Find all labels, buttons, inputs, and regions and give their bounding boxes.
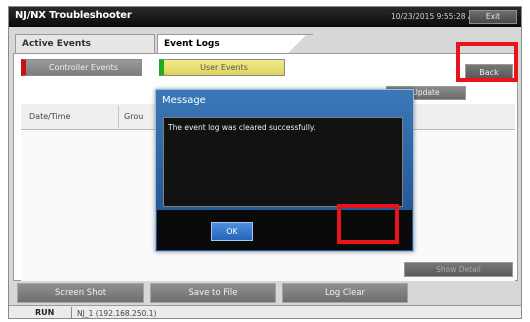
- status-bar: RUN NJ_1 (192.168.250.1): [9, 305, 521, 318]
- connection-label: NJ_1 (192.168.250.1): [77, 309, 157, 318]
- tab-event-logs[interactable]: Event Logs: [157, 34, 283, 54]
- log-clear-button[interactable]: Log Clear: [282, 283, 408, 303]
- app-window: NJ/NX Troubleshooter 10/23/2015 9:55:28 …: [8, 6, 522, 319]
- dialog-title: Message: [162, 95, 206, 106]
- user-events-button[interactable]: User Events: [159, 59, 285, 76]
- column-divider: [118, 106, 119, 128]
- exit-button[interactable]: Exit: [469, 10, 517, 24]
- app-title: NJ/NX Troubleshooter: [15, 10, 132, 21]
- run-mode-label: RUN: [35, 308, 55, 317]
- col-header-datetime: Date/Time: [29, 112, 71, 121]
- col-header-group: Grou: [124, 112, 144, 121]
- ok-highlight-box: [337, 204, 399, 244]
- tab-edge: [281, 34, 313, 54]
- show-detail-button[interactable]: Show Detail: [404, 262, 513, 277]
- status-divider: [71, 307, 72, 318]
- dialog-message: The event log was cleared successfully.: [168, 123, 316, 132]
- title-bar: NJ/NX Troubleshooter 10/23/2015 9:55:28 …: [9, 7, 521, 27]
- controller-events-button[interactable]: Controller Events: [21, 59, 142, 76]
- dialog-message-box: The event log was cleared successfully.: [163, 117, 403, 207]
- screen-shot-button[interactable]: Screen Shot: [17, 283, 144, 303]
- ok-button[interactable]: OK: [211, 222, 253, 241]
- save-to-file-button[interactable]: Save to File: [150, 283, 276, 303]
- tab-active-events[interactable]: Active Events: [15, 34, 155, 54]
- back-highlight-box: [456, 42, 518, 82]
- datetime-display: 10/23/2015 9:55:28 AM: [391, 12, 480, 21]
